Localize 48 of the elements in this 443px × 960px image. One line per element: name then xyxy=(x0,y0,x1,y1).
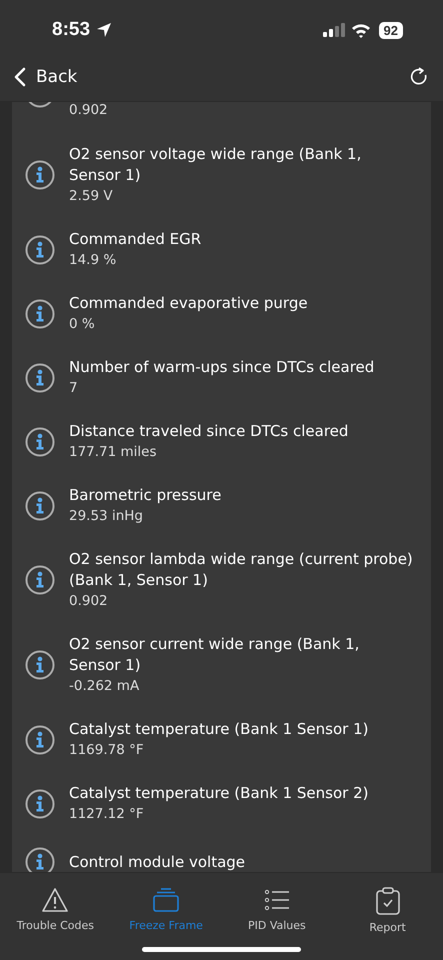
parameter-name: Barometric pressure xyxy=(69,485,222,506)
parameter-value: 2.59 V xyxy=(69,187,114,206)
status-time: 8:53 xyxy=(52,19,90,41)
parameter-value: -0.262 mA xyxy=(69,677,140,696)
list-icon xyxy=(262,887,291,913)
parameter-value: 1169.78 °F xyxy=(69,741,145,760)
info-icon[interactable] xyxy=(25,362,55,392)
parameter-value: 177.71 miles xyxy=(69,443,158,462)
info-icon[interactable] xyxy=(25,234,55,264)
parameter-name: O2 sensor current wide range (Bank 1, Sensor 1) xyxy=(69,634,360,676)
parameter-value: 14.9 % xyxy=(69,251,118,270)
info-icon[interactable] xyxy=(25,788,55,818)
parameter-value: 29.53 inHg xyxy=(69,507,144,526)
parameter-name: Commanded EGR xyxy=(69,229,202,250)
clipboard-check-icon xyxy=(374,887,402,915)
warning-icon xyxy=(41,887,70,913)
battery-indicator: 92 xyxy=(378,22,403,38)
wifi-icon xyxy=(350,22,371,38)
location-arrow-icon xyxy=(96,22,112,38)
parameter-value: 0.902 xyxy=(69,102,108,120)
chevron-left-icon xyxy=(14,66,26,86)
info-icon[interactable] xyxy=(25,650,55,680)
info-icon[interactable] xyxy=(25,724,55,754)
info-icon[interactable] xyxy=(25,847,55,872)
parameter-value: 7 xyxy=(69,379,79,398)
info-icon[interactable] xyxy=(25,426,55,456)
tab[interactable]: Trouble Codes xyxy=(0,873,111,960)
info-icon[interactable] xyxy=(25,490,55,520)
parameter-name: Catalyst temperature (Bank 1 Sensor 1) xyxy=(69,719,368,740)
back-button[interactable]: Back xyxy=(14,66,78,86)
parameter-value: 0 % xyxy=(69,315,96,334)
tab[interactable]: Report xyxy=(332,873,443,960)
parameter-name: Catalyst temperature (Bank 1 Sensor 2) xyxy=(69,783,368,804)
parameter-value: 1127.12 °F xyxy=(69,805,145,824)
parameter-name: Number of warm-ups since DTCs cleared xyxy=(69,357,374,378)
parameter-name: O2 sensor lambda wide range (current probe) (Bank 1, Sensor 1) xyxy=(69,549,414,591)
tab[interactable]: PID Values xyxy=(222,873,332,960)
parameter-name: Control module voltage xyxy=(69,852,246,872)
parameter-name: Distance traveled since DTCs cleared xyxy=(69,421,348,442)
parameter-name: O2 sensor voltage wide range (Bank 1, Sensor 1) xyxy=(69,144,362,186)
refresh-icon[interactable] xyxy=(409,66,429,86)
signal-icon xyxy=(322,23,345,37)
parameter-value: 0.902 xyxy=(69,592,109,611)
info-icon[interactable] xyxy=(25,565,55,595)
info-icon[interactable] xyxy=(25,298,55,328)
stacked-frames-icon xyxy=(152,887,180,913)
parameter-name: Commanded evaporative purge xyxy=(69,293,308,314)
info-icon[interactable] xyxy=(25,160,55,190)
